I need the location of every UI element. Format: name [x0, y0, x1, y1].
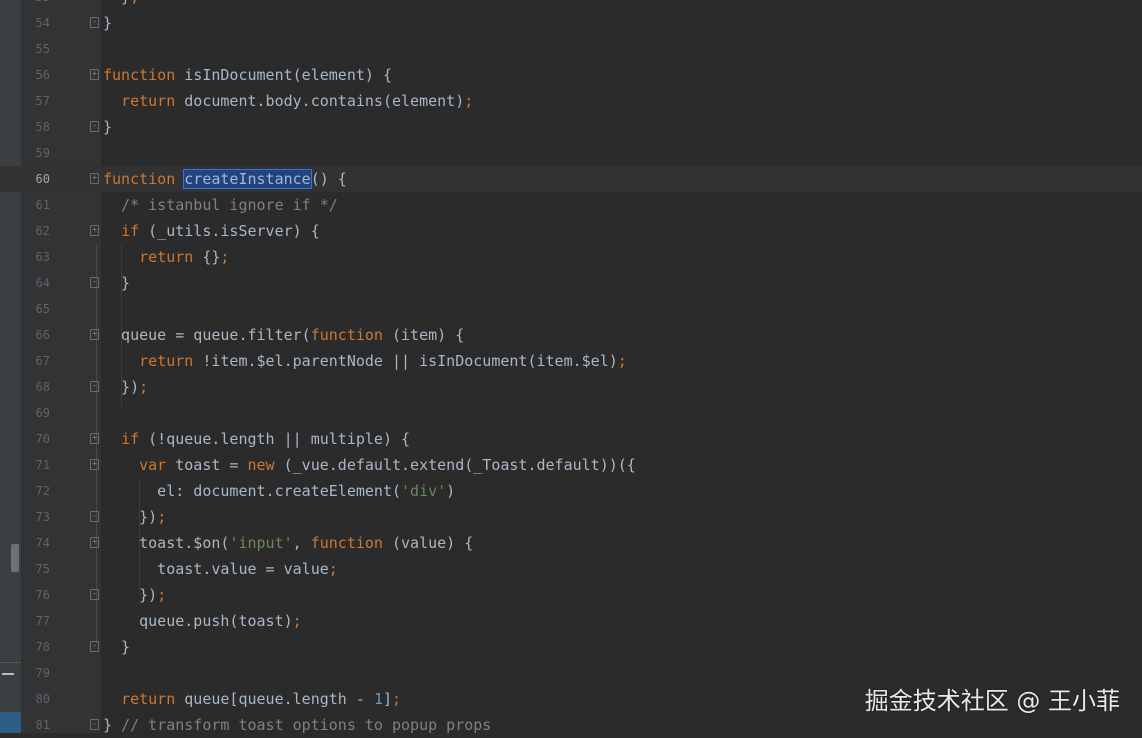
line-number: 61 [35, 198, 50, 212]
code-line[interactable]: 56 + function isInDocument(element) { [0, 62, 1142, 88]
code-text: } // transform toast options to popup pr… [103, 716, 492, 734]
line-number: 77 [35, 614, 50, 628]
code-line[interactable]: 64 - } [0, 270, 1142, 296]
code-text: function createInstance() { [103, 169, 347, 189]
fold-marker-icon[interactable]: - [90, 719, 99, 730]
code-text: }; [103, 0, 139, 10]
code-line[interactable]: 78 - } [0, 634, 1142, 660]
line-number: 57 [35, 94, 50, 108]
fold-marker-icon[interactable]: + [90, 459, 99, 470]
fold-marker-icon[interactable]: - [90, 511, 99, 522]
code-text: return queue[queue.length - 1]; [121, 690, 402, 708]
line-number: 55 [35, 42, 50, 56]
code-line[interactable]: 68 - }); [0, 374, 1142, 400]
code-line[interactable]: 74 + toast.$on('input', function (value) … [0, 530, 1142, 556]
fold-marker-icon[interactable]: + [90, 69, 99, 80]
line-number: 64 [35, 276, 50, 290]
fold-marker-icon[interactable]: + [90, 225, 99, 236]
line-number: 75 [35, 562, 50, 576]
fold-marker-icon[interactable]: + [90, 329, 99, 340]
fold-marker-icon[interactable]: - [90, 589, 99, 600]
code-text: } [103, 14, 113, 32]
code-line[interactable]: 76 - }); [0, 582, 1142, 608]
line-number: 62 [35, 224, 50, 238]
code-text: }); [103, 586, 167, 604]
code-line[interactable]: 53 }; [0, 0, 1142, 10]
code-text: return !item.$el.parentNode || isInDocum… [139, 352, 627, 370]
line-number: 67 [35, 354, 50, 368]
line-number: 74 [35, 536, 50, 550]
code-text: el: document.createElement('div') [103, 482, 456, 500]
code-line[interactable]: 72 el: document.createElement('div') [0, 478, 1142, 504]
code-text: toast.$on('input', function (value) { [103, 534, 474, 552]
code-line[interactable]: 58 -} [0, 114, 1142, 140]
watermark: 掘金技术社区 @ 王小菲 [864, 687, 1120, 715]
code-line[interactable]: 59 [0, 140, 1142, 166]
fold-marker-icon[interactable]: - [90, 121, 99, 132]
code-line[interactable]: 62 + if (_utils.isServer) { [0, 218, 1142, 244]
code-text: if (_utils.isServer) { [121, 222, 320, 240]
line-number: 56 [35, 68, 50, 82]
code-text: }); [103, 508, 167, 526]
code-line[interactable]: 69 [0, 400, 1142, 426]
code-line[interactable]: 65 [0, 296, 1142, 322]
line-number: 73 [35, 510, 50, 524]
code-text: var toast = new (_vue.default.extend(_To… [139, 456, 636, 474]
code-text: }); [103, 378, 149, 396]
line-number: 81 [35, 718, 50, 732]
code-line[interactable]: 55 [0, 36, 1142, 62]
fold-marker-icon[interactable]: + [90, 537, 99, 548]
code-text: queue.push(toast); [103, 612, 302, 630]
code-line[interactable]: 57 return document.body.contains(element… [0, 88, 1142, 114]
selected-token[interactable]: createInstance [183, 169, 312, 189]
fold-marker-icon[interactable]: - [90, 641, 99, 652]
code-text: queue = queue.filter(function (item) { [103, 326, 465, 344]
fold-marker-icon[interactable]: + [90, 173, 99, 184]
line-number: 72 [35, 484, 50, 498]
code-line[interactable]: 63 return {}; [0, 244, 1142, 270]
line-number: 70 [35, 432, 50, 446]
line-number: 79 [35, 666, 50, 680]
line-number: 59 [35, 146, 50, 160]
code-text: } [103, 274, 131, 292]
code-line[interactable]: 66 + queue = queue.filter(function (item)… [0, 322, 1142, 348]
line-number: 63 [35, 250, 50, 264]
indent-guide [121, 244, 122, 410]
code-line[interactable]: 67 return !item.$el.parentNode || isInDo… [0, 348, 1142, 374]
indent-guide [139, 478, 140, 592]
code-text: return document.body.contains(element); [121, 92, 474, 110]
fold-marker-icon[interactable]: + [90, 433, 99, 444]
code-line[interactable]: 73 - }); [0, 504, 1142, 530]
line-number: 69 [35, 406, 50, 420]
line-number: 60 [35, 172, 50, 186]
line-number: 65 [35, 302, 50, 316]
code-line[interactable]: 70 + if (!queue.length || multiple) { [0, 426, 1142, 452]
code-line[interactable]: 60 + function createInstance() { [0, 166, 1142, 192]
line-number: 80 [35, 692, 50, 706]
code-line[interactable]: 77 queue.push(toast); [0, 608, 1142, 634]
code-text: if (!queue.length || multiple) { [121, 430, 411, 448]
line-number: 78 [35, 640, 50, 654]
line-number: 53 [21, 0, 50, 10]
code-line[interactable]: 71 + var toast = new (_vue.default.extend… [0, 452, 1142, 478]
line-number: 71 [35, 458, 50, 472]
code-text: } [103, 118, 113, 136]
line-number: 66 [35, 328, 50, 342]
line-number: 58 [35, 120, 50, 134]
fold-marker-icon[interactable]: - [90, 381, 99, 392]
line-number: 76 [35, 588, 50, 602]
code-line[interactable]: 61 /* istanbul ignore if */ [0, 192, 1142, 218]
line-number: 54 [35, 16, 50, 30]
fold-marker-icon[interactable]: - [90, 17, 99, 28]
code-text: } [103, 638, 131, 656]
code-text: /* istanbul ignore if */ [121, 196, 338, 214]
code-line[interactable]: 54 -} [0, 10, 1142, 36]
fold-marker-icon[interactable]: - [90, 277, 99, 288]
code-text: function isInDocument(element) { [103, 66, 392, 84]
line-number: 68 [35, 380, 50, 394]
code-line[interactable]: 75 toast.value = value; [0, 556, 1142, 582]
